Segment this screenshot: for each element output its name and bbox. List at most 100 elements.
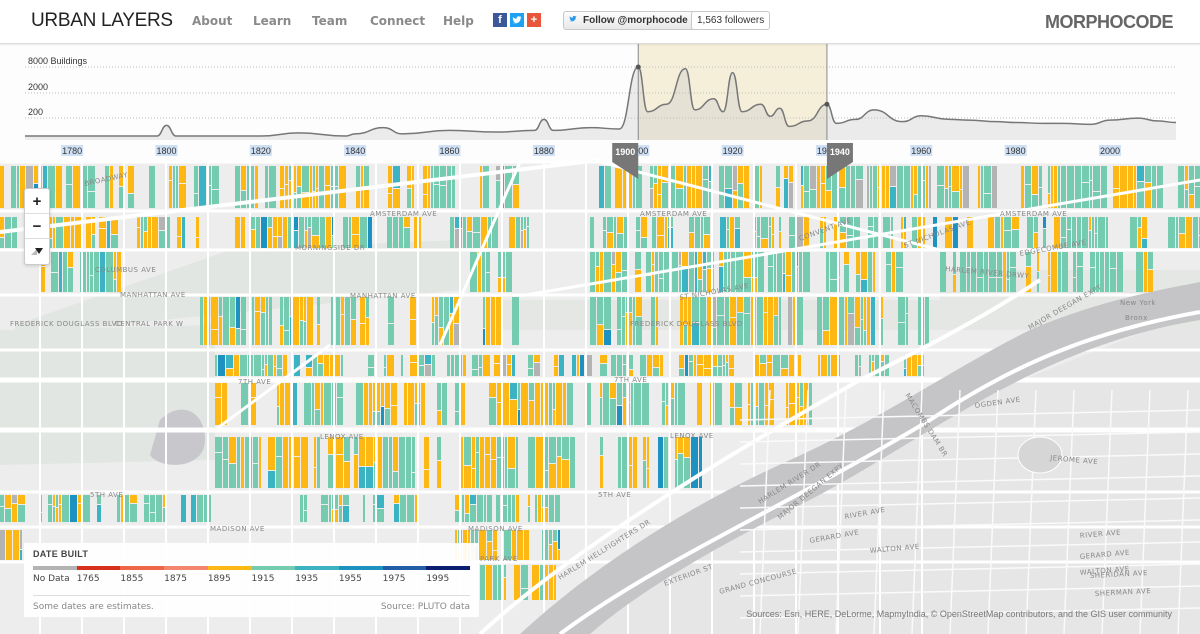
building (604, 297, 611, 329)
building (1179, 217, 1185, 233)
building (949, 187, 951, 208)
brand-logo[interactable]: MORPHOCODE (1045, 12, 1174, 33)
building (898, 297, 905, 322)
building (314, 437, 316, 467)
building (1012, 230, 1019, 248)
building (345, 297, 350, 345)
building (704, 355, 711, 368)
building (277, 369, 282, 376)
building (12, 217, 17, 248)
nav-about[interactable]: About (192, 14, 253, 28)
building (662, 183, 668, 208)
building (797, 297, 803, 345)
building (268, 437, 275, 470)
building (483, 355, 490, 376)
building (512, 355, 515, 376)
building (622, 317, 625, 345)
building (1138, 217, 1141, 227)
building (786, 252, 791, 275)
building (556, 383, 562, 425)
google-plus-icon[interactable]: + (527, 13, 541, 27)
building (553, 410, 555, 425)
building (351, 320, 356, 345)
selection-point-start (635, 64, 641, 70)
building (1193, 217, 1198, 248)
building (130, 504, 137, 522)
twitter-icon[interactable] (510, 13, 524, 27)
legend-tick-label: 1995 (426, 574, 450, 584)
twitter-follow-button[interactable]: Follow @morphocode (563, 11, 695, 30)
building (984, 194, 991, 208)
building (259, 437, 261, 488)
nav-help[interactable]: Help (443, 14, 483, 28)
building (211, 297, 218, 329)
building (509, 217, 515, 248)
building (748, 383, 750, 404)
building (385, 409, 390, 425)
building (141, 217, 143, 248)
reset-view-button[interactable] (25, 239, 49, 264)
building (404, 383, 407, 425)
building (590, 297, 596, 345)
building (5, 509, 11, 522)
building (1092, 217, 1094, 248)
building (194, 194, 198, 208)
building (1089, 217, 1091, 230)
building (1185, 190, 1188, 208)
building (294, 355, 300, 376)
building (513, 185, 519, 208)
building (730, 408, 734, 425)
handle-label: 1940 (830, 147, 850, 157)
building (169, 181, 172, 208)
nav-team[interactable]: Team (312, 14, 370, 28)
building (253, 437, 258, 463)
building (597, 297, 603, 324)
building (261, 313, 265, 345)
building (317, 297, 320, 324)
building (1082, 183, 1089, 208)
building (278, 237, 282, 248)
building (53, 228, 55, 248)
building (503, 383, 509, 425)
building (856, 180, 863, 208)
building (273, 237, 277, 248)
building (486, 252, 490, 272)
building (549, 464, 556, 488)
timeline-chart[interactable]: 8000 Buildings 2000 200 1780 1800 1820 1840… (0, 44, 1200, 179)
building (266, 297, 268, 345)
range-start-handle[interactable]: 1900 (612, 143, 639, 179)
building (656, 327, 658, 345)
building (130, 495, 137, 503)
building (1090, 181, 1092, 208)
followers-count[interactable]: 1,563 followers (691, 11, 771, 30)
building (182, 217, 185, 248)
zoom-in-button[interactable]: + (25, 189, 49, 214)
building (336, 297, 340, 345)
facebook-icon[interactable]: f (493, 13, 507, 27)
building (703, 180, 708, 208)
building (723, 366, 725, 376)
building (306, 368, 312, 376)
street-label: MADISON AVE (210, 525, 265, 533)
building (265, 365, 267, 376)
building (229, 437, 236, 463)
legend-swatch (120, 566, 165, 570)
zoom-out-button[interactable]: − (25, 214, 49, 239)
building (678, 454, 683, 488)
building (56, 495, 58, 507)
range-end-handle[interactable]: 1940 (826, 143, 853, 179)
app-title[interactable]: URBAN LAYERS (31, 10, 173, 32)
building (236, 297, 240, 328)
building (343, 495, 349, 505)
nav-connect[interactable]: Connect (370, 14, 443, 28)
building (512, 297, 519, 345)
building (549, 495, 554, 522)
legend-tick-label: 1915 (251, 574, 275, 584)
twitter-bird-icon (569, 12, 580, 29)
building (366, 318, 369, 345)
building (631, 383, 633, 425)
nav-learn[interactable]: Learn (253, 14, 312, 28)
building (230, 328, 235, 345)
timeline-y-labels: 8000 Buildings 2000 200 (28, 56, 88, 117)
building (607, 217, 613, 232)
